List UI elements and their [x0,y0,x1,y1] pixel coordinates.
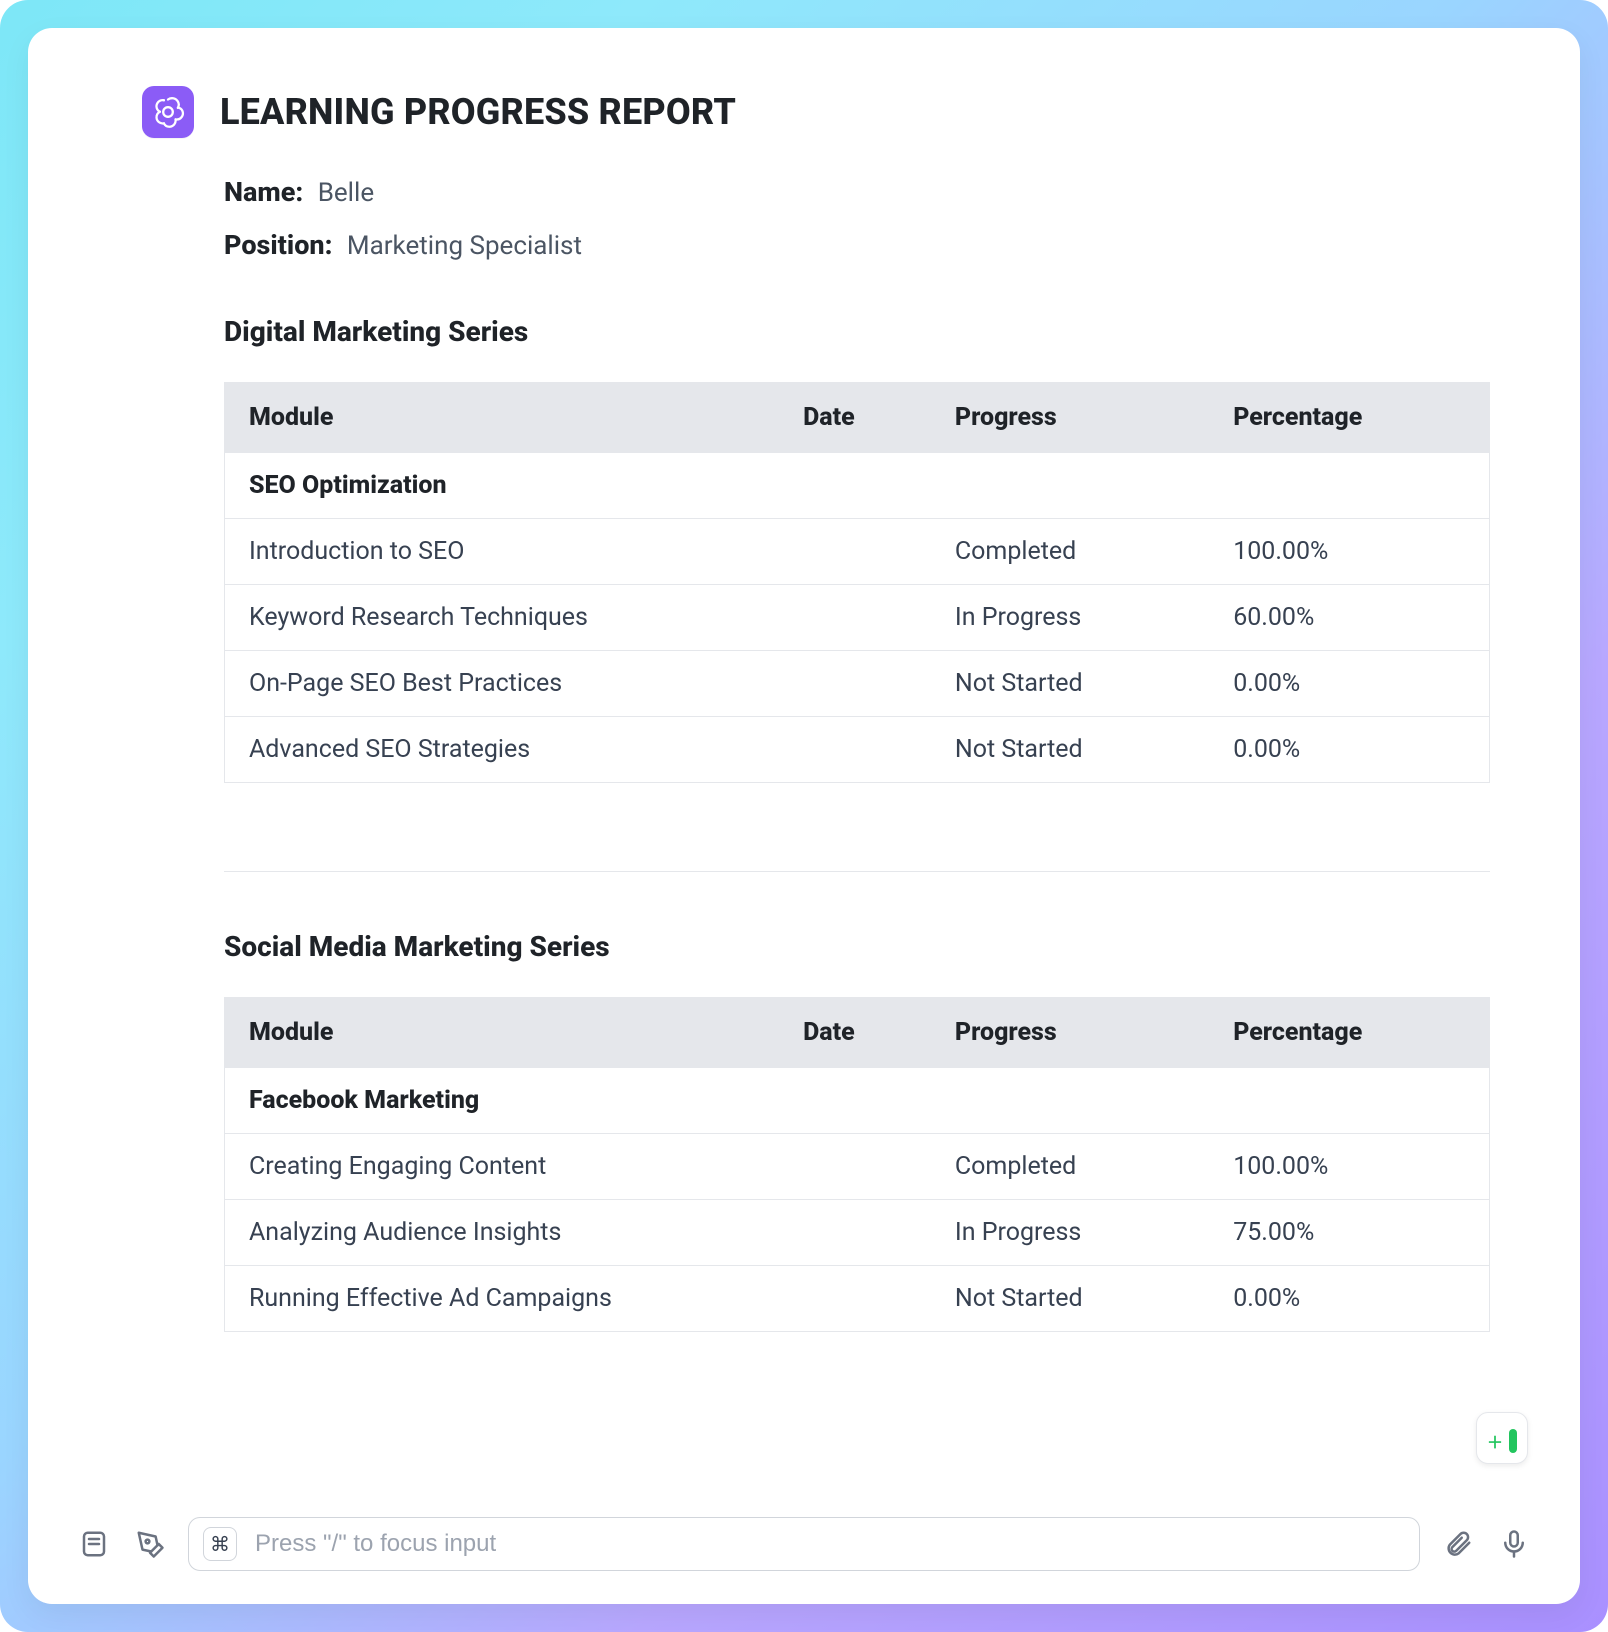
th-module: Module [225,383,782,453]
paperclip-icon [1443,1529,1473,1559]
table-subhead: SEO Optimization [225,453,1490,519]
learner-position-row: Position: Marketing Specialist [224,219,1490,272]
microphone-icon [1499,1529,1529,1559]
cell-date [781,585,933,651]
group-title: SEO Optimization [225,453,782,519]
cell-progress: In Progress [933,585,1211,651]
th-date: Date [781,998,933,1068]
cell-module: Creating Engaging Content [225,1134,782,1200]
table-row: Running Effective Ad Campaigns Not Start… [225,1266,1490,1332]
cell-progress: Not Started [933,651,1211,717]
table-subhead: Facebook Marketing [225,1068,1490,1134]
cell-percentage: 100.00% [1211,1134,1489,1200]
cell-module: On-Page SEO Best Practices [225,651,782,717]
th-module: Module [225,998,782,1068]
learner-name-row: Name: Belle [224,166,1490,219]
table-row: Introduction to SEO Completed 100.00% [225,519,1490,585]
name-label: Name: [224,176,303,208]
series-1-title: Digital Marketing Series [224,315,1490,348]
pen-nib-icon [135,1529,165,1559]
cell-percentage: 0.00% [1211,1266,1489,1332]
th-progress: Progress [933,383,1211,453]
cell-percentage: 0.00% [1211,651,1489,717]
table-row: Analyzing Audience Insights In Progress … [225,1200,1490,1266]
attach-button[interactable] [1440,1526,1476,1562]
app-frame: LEARNING PROGRESS REPORT Name: Belle Pos… [0,0,1608,1632]
cell-module: Keyword Research Techniques [225,585,782,651]
cell-module: Introduction to SEO [225,519,782,585]
cell-progress: Completed [933,519,1211,585]
cell-progress: Not Started [933,1266,1211,1332]
th-date: Date [781,383,933,453]
cell-date [781,1134,933,1200]
tile-dot-green [1509,1429,1517,1453]
cell-percentage: 75.00% [1211,1200,1489,1266]
cell-module: Analyzing Audience Insights [225,1200,782,1266]
cell-percentage: 0.00% [1211,717,1489,783]
cell-date [781,1266,933,1332]
plus-icon: ＋ [1487,1429,1503,1453]
book-icon [79,1529,109,1559]
cell-percentage: 100.00% [1211,519,1489,585]
page-title: LEARNING PROGRESS REPORT [220,91,736,133]
cell-percentage: 60.00% [1211,585,1489,651]
cell-date [781,519,933,585]
cell-date [781,651,933,717]
cell-progress: In Progress [933,1200,1211,1266]
learner-meta: Name: Belle Position: Marketing Speciali… [224,166,1490,271]
cell-date [781,1200,933,1266]
group-title: Facebook Marketing [225,1068,782,1134]
openai-logo-icon [151,95,185,129]
table-row: Creating Engaging Content Completed 100.… [225,1134,1490,1200]
series-2: Social Media Marketing Series Module Dat… [224,930,1490,1332]
prompt-input-wrap[interactable]: ⌘ [188,1517,1420,1571]
th-progress: Progress [933,998,1211,1068]
table-row: Keyword Research Techniques In Progress … [225,585,1490,651]
series-1: Digital Marketing Series Module Date Pro… [224,315,1490,783]
cell-module: Running Effective Ad Campaigns [225,1266,782,1332]
th-percentage: Percentage [1211,383,1489,453]
section-divider [224,871,1490,872]
table-row: Advanced SEO Strategies Not Started 0.00… [225,717,1490,783]
pen-tool-button[interactable] [132,1526,168,1562]
apps-tile-button[interactable]: ＋ [1476,1412,1528,1464]
cell-module: Advanced SEO Strategies [225,717,782,783]
series-1-table: Module Date Progress Percentage SEO Opti… [224,382,1490,783]
cell-date [781,717,933,783]
prompt-bar: ⌘ [56,1514,1552,1574]
library-button[interactable] [76,1526,112,1562]
document-page: LEARNING PROGRESS REPORT Name: Belle Pos… [28,28,1580,1604]
series-2-table: Module Date Progress Percentage Facebook… [224,997,1490,1332]
position-label: Position: [224,229,332,261]
mic-button[interactable] [1496,1526,1532,1562]
app-logo-badge [142,86,194,138]
command-key-pill: ⌘ [203,1527,237,1561]
table-row: On-Page SEO Best Practices Not Started 0… [225,651,1490,717]
cell-progress: Not Started [933,717,1211,783]
title-row: LEARNING PROGRESS REPORT [142,86,1490,138]
series-2-title: Social Media Marketing Series [224,930,1490,963]
table-header-row: Module Date Progress Percentage [225,998,1490,1068]
table-header-row: Module Date Progress Percentage [225,383,1490,453]
app-window: LEARNING PROGRESS REPORT Name: Belle Pos… [28,28,1580,1604]
cell-progress: Completed [933,1134,1211,1200]
th-percentage: Percentage [1211,998,1489,1068]
position-value: Marketing Specialist [347,231,582,261]
prompt-input[interactable] [253,1518,1405,1570]
name-value: Belle [318,178,374,208]
